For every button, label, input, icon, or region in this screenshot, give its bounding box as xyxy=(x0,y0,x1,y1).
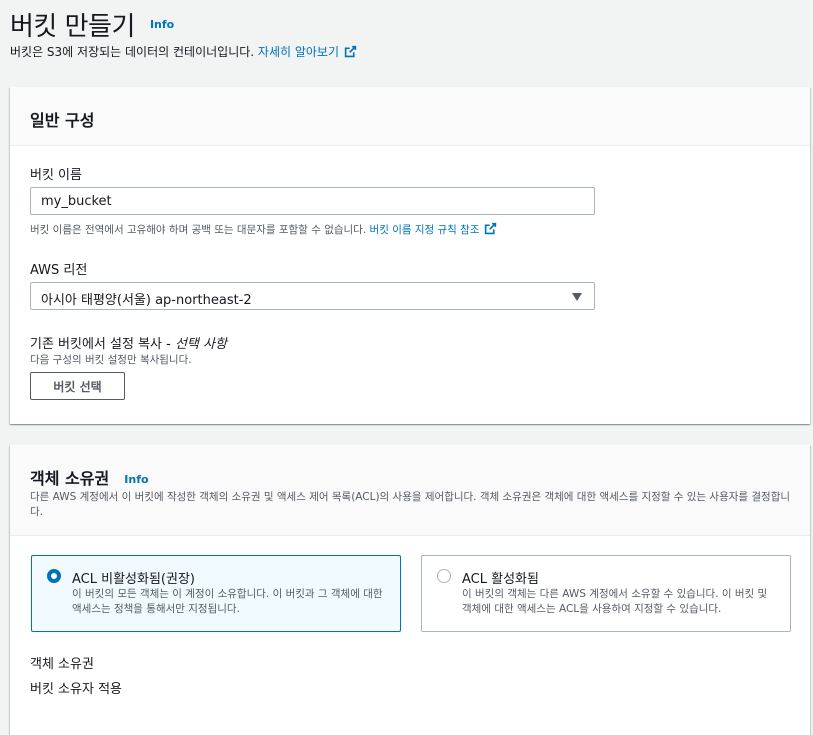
caret-down-icon xyxy=(572,293,582,301)
learn-more-link[interactable]: 자세히 알아보기 xyxy=(258,45,357,59)
page-title: 버킷 만들기 xyxy=(10,12,135,42)
bucket-name-label: 버킷 이름 xyxy=(30,168,82,183)
page-description: 버킷은 S3에 저장되는 데이터의 컨테이너입니다. 자세히 알아보기 xyxy=(10,43,357,60)
object-owner-label: 객체 소유권 xyxy=(30,657,94,672)
acl-enabled-desc: 이 버킷의 객체는 다른 AWS 계정에서 소유할 수 있습니다. 이 버킷 및… xyxy=(462,588,768,615)
copy-settings-label-text: 기존 버킷에서 설정 복사 - xyxy=(30,337,175,352)
object-owner-value: 버킷 소유자 적용 xyxy=(30,682,122,697)
region-label: AWS 리전 xyxy=(30,263,88,278)
region-select[interactable]: 아시아 태평양(서울) ap-northeast-2 xyxy=(30,282,595,310)
bucket-name-hint-text: 버킷 이름은 전역에서 고유해야 하며 공백 또는 대문자를 포함할 수 없습니… xyxy=(30,224,367,236)
object-ownership-desc: 다른 AWS 계정에서 이 버킷에 작성한 객체의 소유권 및 액세스 제어 목… xyxy=(30,491,791,518)
page-header: 버킷 만들기 Info 버킷은 S3에 저장되는 데이터의 컨테이너입니다. 자… xyxy=(10,0,810,70)
choose-bucket-button[interactable]: 버킷 선택 xyxy=(30,372,125,400)
object-ownership-title: 객체 소유권 xyxy=(30,469,110,488)
bucket-name-hint: 버킷 이름은 전역에서 고유해야 하며 공백 또는 대문자를 포함할 수 없습니… xyxy=(30,222,497,237)
acl-disabled-tile[interactable]: ACL 비활성화됨(권장) 이 버킷의 모든 객체는 이 계정이 소유합니다. … xyxy=(31,555,401,632)
ownership-info-link[interactable]: Info xyxy=(124,473,148,486)
acl-disabled-radio[interactable] xyxy=(47,569,61,583)
general-config-panel: 일반 구성 버킷 이름 버킷 이름은 전역에서 고유해야 하며 공백 또는 대문… xyxy=(10,87,810,424)
bucket-naming-rules-link[interactable]: 버킷 이름 지정 규칙 참조 xyxy=(369,222,498,236)
general-config-title: 일반 구성 xyxy=(30,111,95,130)
header-info-link[interactable]: Info xyxy=(150,18,174,31)
external-link-icon xyxy=(344,45,357,58)
bucket-name-input[interactable] xyxy=(30,187,595,215)
object-ownership-header: 객체 소유권 Info 다른 AWS 계정에서 이 버킷에 작성한 객체의 소유… xyxy=(10,445,810,536)
page-title-row: 버킷 만들기 Info xyxy=(10,6,174,43)
object-ownership-title-row: 객체 소유권 Info xyxy=(30,465,149,489)
acl-enabled-radio[interactable] xyxy=(437,569,451,583)
copy-settings-optional: 선택 사항 xyxy=(174,337,227,352)
acl-enabled-tile[interactable]: ACL 활성화됨 이 버킷의 객체는 다른 AWS 계정에서 소유할 수 있습니… xyxy=(421,555,791,632)
general-config-header: 일반 구성 xyxy=(10,87,810,146)
learn-more-text: 자세히 알아보기 xyxy=(257,45,340,59)
object-ownership-panel: 객체 소유권 Info 다른 AWS 계정에서 이 버킷에 작성한 객체의 소유… xyxy=(10,445,810,735)
page-description-text: 버킷은 S3에 저장되는 데이터의 컨테이너입니다. xyxy=(10,45,255,59)
acl-enabled-label: ACL 활성화됨 xyxy=(462,572,539,587)
copy-settings-label: 기존 버킷에서 설정 복사 - 선택 사항 xyxy=(30,333,227,352)
external-link-icon xyxy=(485,222,497,235)
acl-disabled-desc: 이 버킷의 모든 객체는 이 계정이 소유합니다. 이 버킷과 그 객체에 대한… xyxy=(72,588,383,615)
acl-disabled-label: ACL 비활성화됨(권장) xyxy=(72,572,195,587)
bucket-naming-rules-text: 버킷 이름 지정 규칙 참조 xyxy=(369,224,480,236)
copy-settings-desc: 다음 구성의 버킷 설정만 복사됩니다. xyxy=(30,354,192,366)
region-select-value: 아시아 태평양(서울) ap-northeast-2 xyxy=(41,293,252,308)
